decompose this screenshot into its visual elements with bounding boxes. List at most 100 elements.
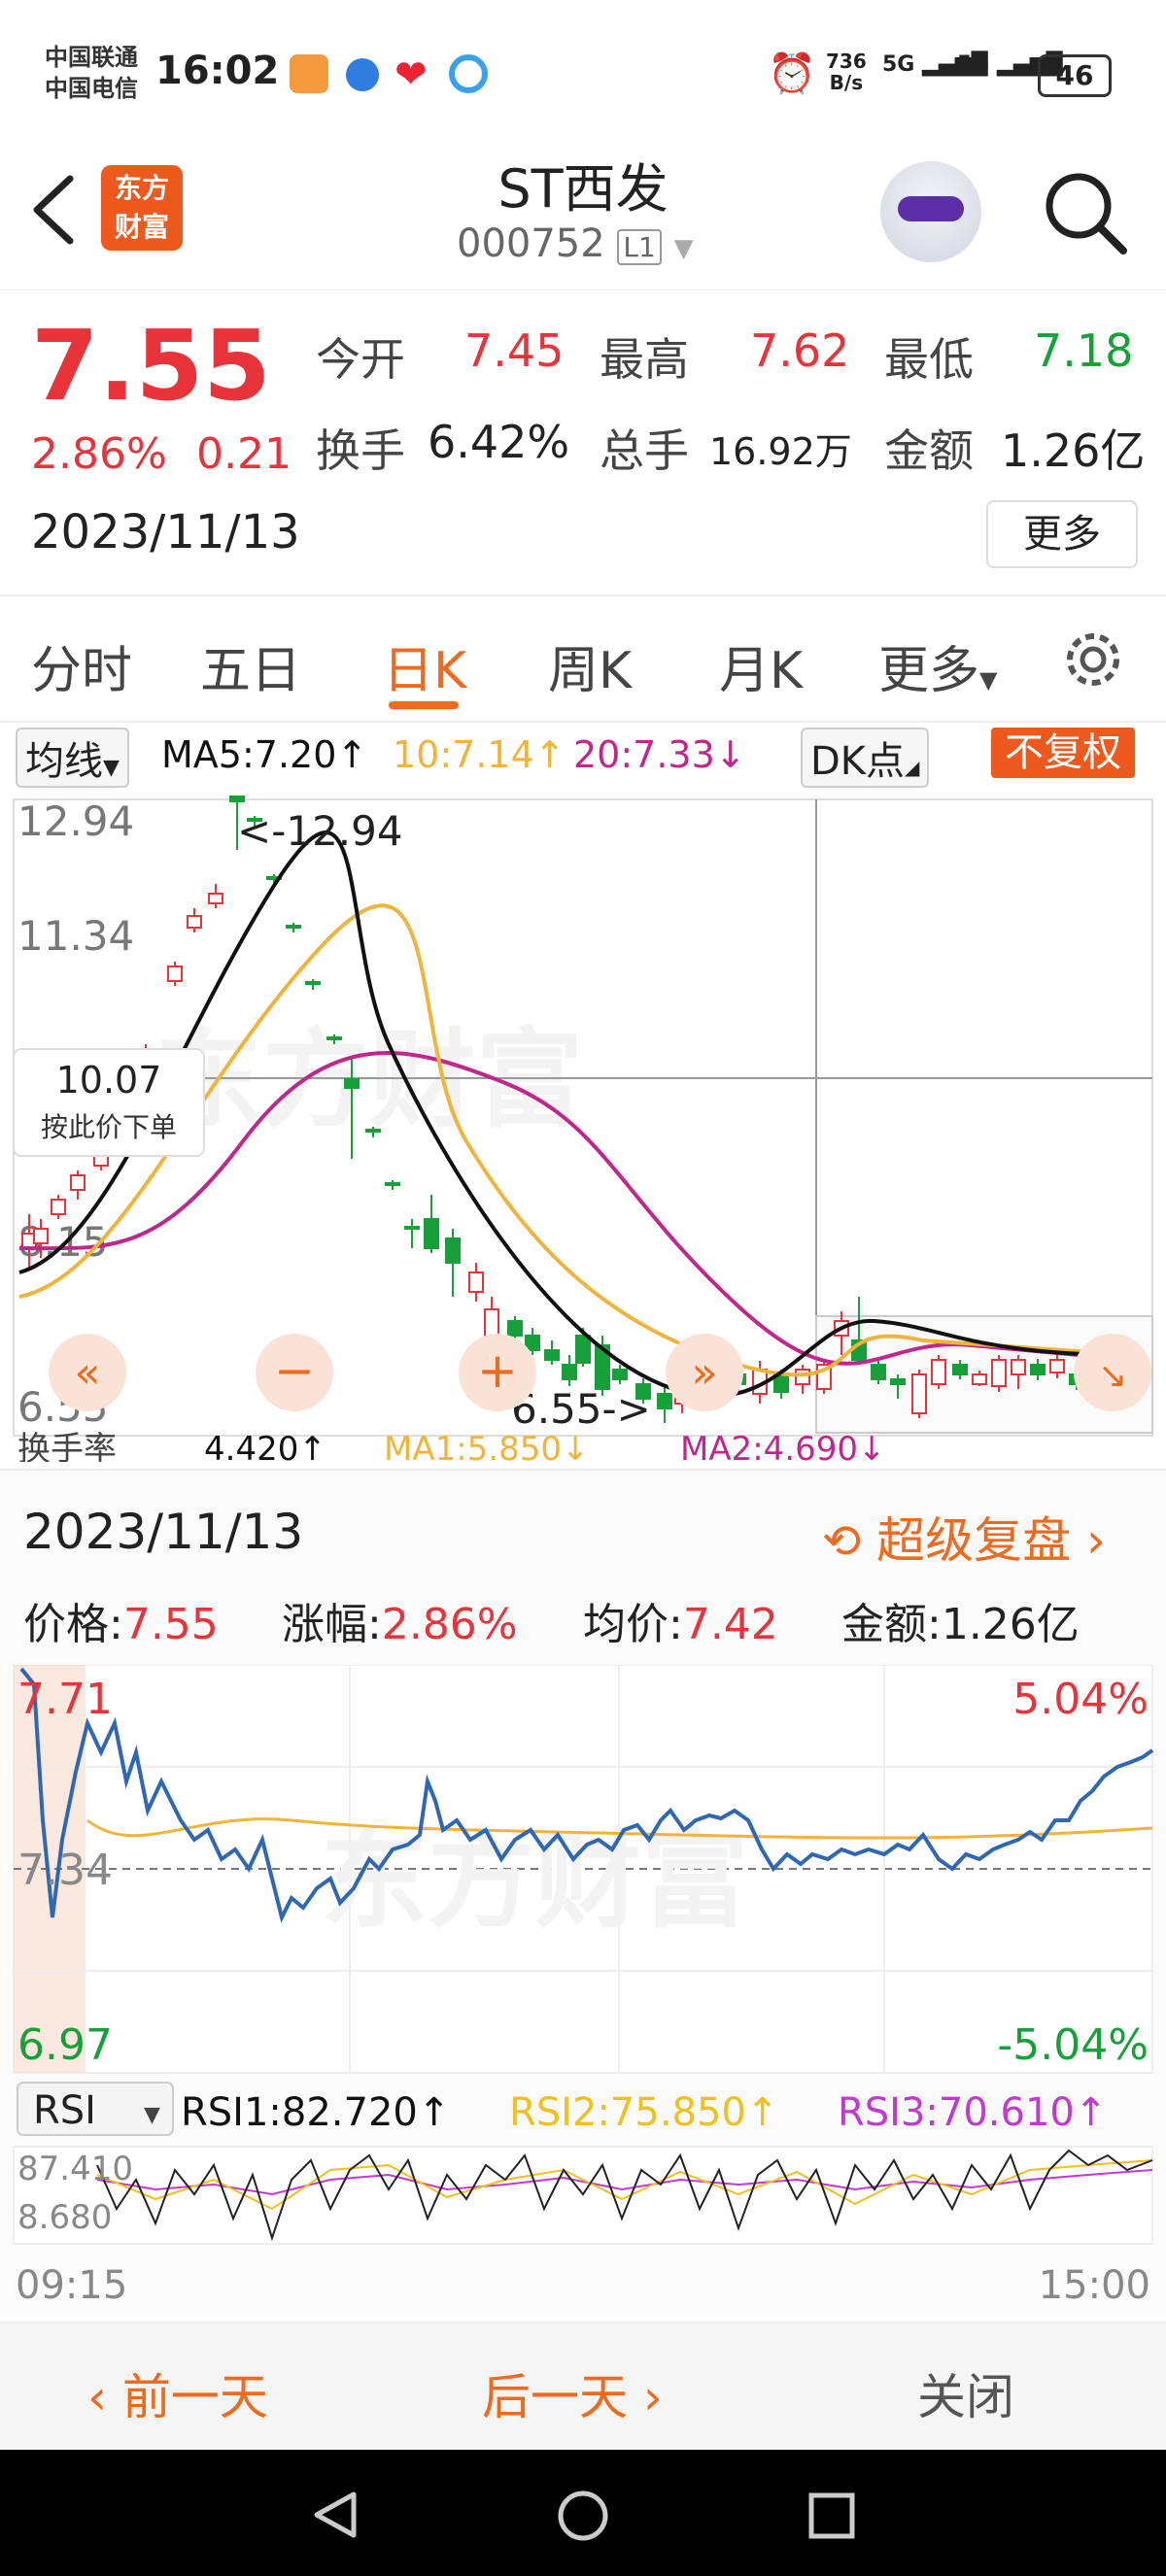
min-price-label: 6.55-> <box>511 1385 651 1433</box>
nav-back-icon[interactable] <box>309 2489 361 2541</box>
close-button[interactable]: 关闭 <box>917 2358 1014 2428</box>
minus-icon: − <box>274 1342 315 1399</box>
tab-intraday[interactable]: 分时 <box>31 629 132 702</box>
dk-point-select[interactable]: DK点◢ <box>801 728 930 788</box>
order-action-label: 按此价下单 <box>41 1111 177 1143</box>
detail-change: 涨幅:2.86% <box>282 1589 518 1651</box>
double-chevron-left-icon: « <box>75 1348 101 1398</box>
next-day-button[interactable]: 后一天 › <box>482 2358 663 2428</box>
candle-body <box>952 1364 968 1375</box>
tab-daily-k[interactable]: 日K <box>383 629 466 702</box>
detail-amount: 金额:1.26亿 <box>841 1589 1080 1651</box>
intraday-high: 7.71 <box>17 1675 113 1724</box>
super-replay-link[interactable]: ⟲ 超级复盘 › <box>822 1502 1106 1572</box>
stock-code[interactable]: 000752 L1 ▼ <box>457 221 694 266</box>
detail-change-label: 涨幅: <box>282 1600 382 1649</box>
adjust-button[interactable]: 不复权 <box>991 728 1135 778</box>
chevron-right-icon: › <box>1086 1512 1107 1569</box>
open-label: 今开 <box>316 333 405 386</box>
detail-change-value: 2.86% <box>381 1600 518 1649</box>
rsi-max-label: 87.410 <box>17 2150 133 2188</box>
app-notification-icon <box>346 58 379 91</box>
time-start-label: 09:15 <box>16 2263 127 2308</box>
carrier-2: 中国电信 <box>45 75 138 102</box>
alarm-icon: ⏰ <box>768 51 816 96</box>
candle-body <box>890 1378 906 1385</box>
prev-day-button[interactable]: ‹ 前一天 <box>87 2358 268 2428</box>
day-detail-panel: 2023/11/13 ⟲ 超级复盘 › 价格:7.55 涨幅:2.86% 均价:… <box>0 1469 1166 2316</box>
change-abs: 0.21 <box>196 429 292 479</box>
candle-body <box>871 1364 886 1380</box>
net-speed-unit: B/s <box>829 71 864 94</box>
rsi-select-label: RSI <box>33 2088 96 2133</box>
candle-body <box>468 1271 484 1293</box>
candle-body <box>931 1359 946 1385</box>
intraday-high-pct: 5.04% <box>1012 1675 1149 1724</box>
status-bar: 中国联通 中国电信 16:02 ❤ ⏰ 736 B/s 5G ▂▄▆█ 5G ▂… <box>0 0 1166 144</box>
tab-weekly-k[interactable]: 周K <box>548 629 632 702</box>
indicator-select[interactable]: 均线▼ <box>16 728 129 788</box>
intraday-chart[interactable]: 东方财富 7.71 7.34 6.97 5.04% -5.04% RSI ▼ R… <box>0 1665 1166 2316</box>
signal-2-label: 5G <box>957 52 990 77</box>
battery-icon: 46 <box>1038 54 1112 97</box>
candle-body <box>507 1320 523 1337</box>
candle-body <box>33 1228 49 1244</box>
order-at-price-tooltip[interactable]: 10.07 按此价下单 <box>13 1048 205 1157</box>
plus-icon: + <box>477 1342 518 1399</box>
chevron-left-icon: ‹ <box>87 2369 122 2425</box>
carrier-1: 中国联通 <box>45 44 138 71</box>
candle-body <box>365 1129 381 1133</box>
candle-body <box>972 1373 987 1385</box>
more-button[interactable]: 更多 <box>986 500 1138 568</box>
candle-body <box>544 1349 560 1361</box>
day-navigation-footer: ‹ 前一天 后一天 › 关闭 <box>0 2322 1166 2452</box>
candle-body <box>305 981 321 985</box>
dropdown-icon: ▼ <box>103 756 120 780</box>
rsi1-value: RSI1:82.720↑ <box>181 2090 450 2135</box>
rsi3-value: RSI3:70.610↑ <box>838 2090 1107 2135</box>
kline-chart[interactable]: 东方财富 12.94 11.34 8.15 6.55 <-12.94 6.55-… <box>0 792 1166 1462</box>
app-notification-icon <box>290 54 328 93</box>
sub-indicator-value: 4.420↑ <box>204 1430 326 1462</box>
tab-five-day[interactable]: 五日 <box>200 629 301 702</box>
candle-body <box>344 1078 360 1089</box>
rsi2-value: RSI2:75.850↑ <box>509 2090 778 2135</box>
sub-indicator-label[interactable]: 换手率 <box>17 1430 117 1462</box>
tab-monthly-k[interactable]: 月K <box>719 629 803 702</box>
detail-price: 价格:7.55 <box>23 1589 219 1651</box>
ma5-value: MA5:7.20↑ <box>161 733 368 776</box>
candle-body <box>404 1226 420 1230</box>
candle-body <box>1011 1359 1026 1375</box>
nav-recents-icon[interactable] <box>806 2491 857 2541</box>
amount-value: 1.26亿 <box>1001 424 1146 477</box>
double-chevron-right-icon: » <box>692 1348 718 1398</box>
candle-body <box>187 915 202 929</box>
high-value: 7.62 <box>750 324 850 377</box>
intraday-low: 6.97 <box>17 2020 113 2070</box>
candle-body <box>286 925 301 929</box>
last-price: 7.55 <box>31 309 271 423</box>
turnover-label: 换手 <box>316 424 405 477</box>
tab-more[interactable]: 更多▼ <box>878 629 997 702</box>
app-notification-icon: ❤ <box>394 52 428 97</box>
period-tabs: 分时 五日 日K 周K 月K 更多▼ <box>0 594 1166 723</box>
candle-body <box>911 1373 927 1414</box>
candle-body <box>795 1369 810 1385</box>
detail-price-label: 价格: <box>23 1600 123 1649</box>
candle-body <box>657 1393 672 1409</box>
ma10-value: 10:7.14↑ <box>393 733 566 776</box>
indicator-select-label: 均线 <box>25 739 103 784</box>
detail-amount-label: 金额: <box>841 1600 942 1649</box>
low-label: 最低 <box>884 333 974 386</box>
stock-code-value: 000752 <box>457 221 605 266</box>
settings-gear-icon[interactable] <box>1059 626 1127 694</box>
candle-body <box>484 1308 499 1339</box>
dropdown-icon: ▼ <box>673 234 694 263</box>
next-day-label: 后一天 <box>482 2369 628 2425</box>
crosshair-price: 10.07 <box>56 1059 162 1102</box>
nav-home-icon[interactable] <box>556 2489 610 2543</box>
dropdown-icon: ▼ <box>144 2103 160 2127</box>
candle-body <box>385 1182 400 1186</box>
history-clock-icon: ⟲ <box>822 1514 862 1569</box>
max-price-label: <-12.94 <box>237 807 403 855</box>
